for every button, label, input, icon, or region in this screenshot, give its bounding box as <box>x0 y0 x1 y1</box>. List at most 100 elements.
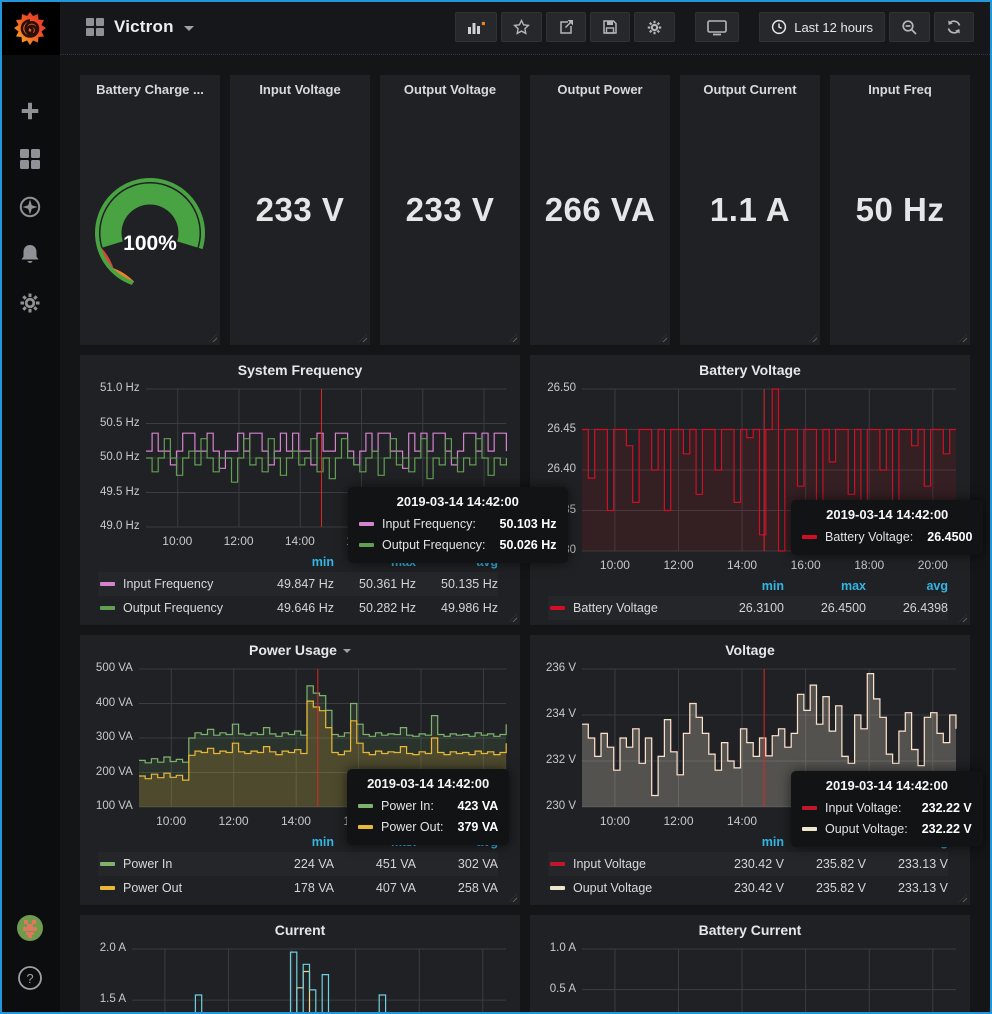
tooltip-series-value: 26.4500 <box>927 530 972 544</box>
tooltip-series-value: 50.026 Hz <box>500 538 557 552</box>
tooltip-series-label: Battery Voltage: <box>825 530 913 544</box>
navbar-actions: Last 12 hours <box>455 12 974 42</box>
zoom-out-icon <box>901 19 918 36</box>
sidebar-item-explore[interactable] <box>0 196 60 222</box>
stat-panel: Output Current1.1 A <box>680 75 820 345</box>
grafana-logo-icon[interactable] <box>0 0 60 55</box>
series-line <box>146 433 506 468</box>
help-button[interactable]: ? <box>17 965 43 996</box>
legend-swatch-icon <box>100 886 115 890</box>
cycle-view-button[interactable] <box>695 12 739 42</box>
panel-title[interactable]: Battery Voltage <box>530 362 970 378</box>
zoom-out-button[interactable] <box>889 12 930 42</box>
tooltip-time: 2019-03-14 14:42:00 <box>358 776 498 791</box>
gear-icon <box>18 291 42 320</box>
legend-row[interactable]: Input Frequency49.847 Hz50.361 Hz50.135 … <box>98 572 498 596</box>
tooltip-series-label: Output Frequency: <box>382 538 486 552</box>
chart-plot[interactable] <box>582 949 956 1014</box>
legend-header-min[interactable]: min <box>252 555 334 569</box>
graph-panel: Current2.0 A1.5 A1.0 A <box>80 915 520 1014</box>
star-button[interactable] <box>501 12 542 42</box>
series-line <box>146 439 506 482</box>
legend-max: 50.282 Hz <box>334 601 416 615</box>
panel-title[interactable]: Battery Current <box>530 922 970 938</box>
chevron-down-icon <box>184 26 194 31</box>
tooltip-series-row: Ouput Voltage:232.22 V <box>802 818 972 839</box>
tv-icon <box>707 19 727 36</box>
save-icon <box>602 19 618 35</box>
y-axis-label: 50.0 Hz <box>94 451 140 463</box>
refresh-icon <box>946 19 962 35</box>
panel-title[interactable]: Power Usage <box>80 642 520 658</box>
y-axis-label: 100 VA <box>87 800 133 812</box>
stat-panel: Input Freq50 Hz <box>830 75 970 345</box>
panel-title[interactable]: Voltage <box>530 642 970 658</box>
share-button[interactable] <box>546 12 586 42</box>
add-panel-button[interactable] <box>455 12 497 42</box>
legend-header-max[interactable]: max <box>784 579 866 593</box>
clock-icon <box>771 19 787 35</box>
stat-value: 233 V <box>380 75 520 345</box>
sidebar-menu <box>0 100 60 318</box>
sidebar-item-configuration[interactable] <box>0 292 60 318</box>
avatar[interactable] <box>16 914 44 947</box>
sidebar-item-dashboards[interactable] <box>0 148 60 174</box>
refresh-button[interactable] <box>934 12 974 42</box>
legend-series-name: Power Out <box>123 881 252 895</box>
legend-row[interactable]: Ouput Voltage230.42 V235.82 V233.13 V <box>548 876 948 900</box>
tooltip-series-row: Input Frequency:50.103 Hz <box>359 513 557 534</box>
legend-min: 49.646 Hz <box>252 601 334 615</box>
create-button[interactable] <box>0 100 60 126</box>
dashboards-icon <box>18 147 42 176</box>
sidebar: ? <box>0 0 60 1014</box>
graph-panel: Battery Current1.0 A0.5 A0 A <box>530 915 970 1014</box>
legend-header-min[interactable]: min <box>252 835 334 849</box>
x-axis-label: 12:00 <box>224 534 254 548</box>
legend-avg: 233.13 V <box>866 857 948 871</box>
tooltip-swatch-icon <box>359 543 374 547</box>
time-picker-button[interactable]: Last 12 hours <box>759 12 885 42</box>
tooltip-swatch-icon <box>802 806 817 810</box>
legend-row[interactable]: Battery Voltage26.310026.450026.4398 <box>548 596 948 620</box>
star-icon <box>513 19 530 35</box>
legend-series-name: Ouput Voltage <box>573 881 702 895</box>
legend-row[interactable]: Power Out178 VA407 VA258 VA <box>98 876 498 900</box>
tooltip-series-value: 232.22 V <box>922 801 972 815</box>
tooltip-time: 2019-03-14 14:42:00 <box>802 507 972 522</box>
tooltip-series-value: 232.22 V <box>922 822 972 836</box>
dashboard-picker[interactable]: Victron <box>86 17 194 37</box>
tooltip-swatch-icon <box>359 522 374 526</box>
tooltip-series-value: 423 VA <box>458 799 499 813</box>
x-axis-label: 12:00 <box>663 814 693 828</box>
legend-max: 50.361 Hz <box>334 577 416 591</box>
y-axis-label: 1.5 A <box>80 993 126 1005</box>
dashboard-settings-button[interactable] <box>634 12 675 42</box>
tooltip-series-row: Output Frequency: 50.026 Hz <box>359 534 557 555</box>
legend-series-name: Input Frequency <box>123 577 252 591</box>
legend-max: 451 VA <box>334 857 416 871</box>
tooltip-series-row: Power In:423 VA <box>358 795 498 816</box>
tooltip-swatch-icon <box>358 804 373 808</box>
legend-row[interactable]: Output Frequency49.646 Hz50.282 Hz49.986… <box>98 596 498 620</box>
y-axis-label: 236 V <box>530 662 576 674</box>
legend: minmaxavg Battery Voltage26.310026.450026… <box>548 576 948 620</box>
panel-title[interactable]: Battery Charge ... <box>80 82 220 97</box>
panel-title[interactable]: Current <box>80 922 520 938</box>
sidebar-item-alerting[interactable] <box>0 244 60 270</box>
graph-tooltip: 2019-03-14 14:42:00 Battery Voltage: 26.45… <box>791 500 983 555</box>
x-axis-label: 10:00 <box>600 558 630 572</box>
x-axis-label: 12:00 <box>219 814 249 828</box>
legend-row[interactable]: Input Voltage230.42 V235.82 V233.13 V <box>548 852 948 876</box>
legend-header-avg[interactable]: avg <box>866 579 948 593</box>
legend-row[interactable]: Power In224 VA451 VA302 VA <box>98 852 498 876</box>
save-button[interactable] <box>590 12 630 42</box>
stat-value: 266 VA <box>530 75 670 345</box>
tooltip-time: 2019-03-14 14:42:00 <box>802 778 972 793</box>
navbar: Victron Last 12 hours <box>60 0 992 55</box>
chart-plot[interactable] <box>132 949 506 1014</box>
legend-header-min[interactable]: min <box>702 579 784 593</box>
legend-swatch-icon <box>550 862 565 866</box>
graph-tooltip: 2019-03-14 14:42:00Input Voltage:232.22 … <box>791 771 983 847</box>
panel-title[interactable]: System Frequency <box>80 362 520 378</box>
legend-header-min[interactable]: min <box>702 835 784 849</box>
